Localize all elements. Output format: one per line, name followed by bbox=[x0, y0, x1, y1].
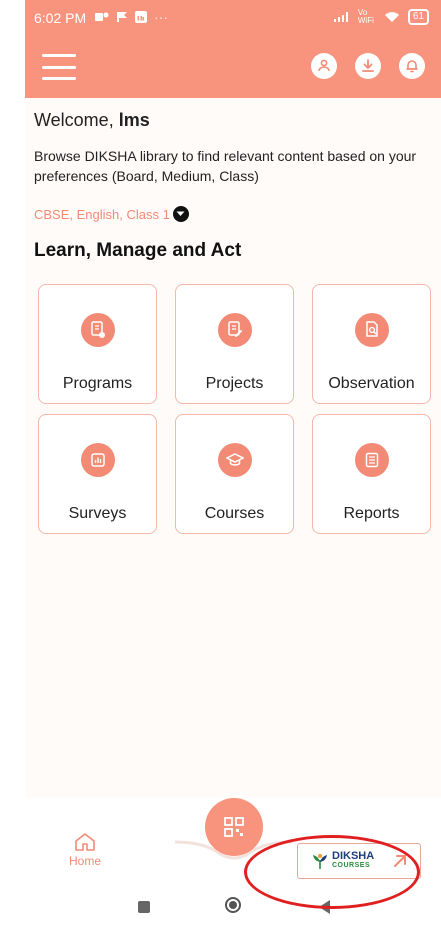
welcome-heading: Welcome, lms bbox=[34, 110, 150, 131]
welcome-user-name: lms bbox=[118, 110, 150, 130]
tile-projects[interactable]: Projects bbox=[175, 284, 294, 404]
preferences-text: CBSE, English, Class 1 bbox=[34, 206, 170, 222]
tile-label: Reports bbox=[343, 505, 400, 522]
status-time: 6:02 PM bbox=[34, 10, 87, 26]
qr-scan-button[interactable] bbox=[205, 798, 263, 856]
app-header: 6:02 PM ··· Vo WiFi 61 bbox=[25, 0, 441, 98]
tile-label: Observation bbox=[328, 375, 415, 392]
battery-indicator: 61 bbox=[407, 9, 429, 25]
tile-label: Projects bbox=[205, 375, 264, 392]
wifi-icon bbox=[384, 12, 399, 22]
projects-icon bbox=[218, 313, 252, 347]
home-icon bbox=[75, 833, 95, 851]
linkedin-icon bbox=[135, 11, 147, 23]
header-actions bbox=[311, 53, 425, 79]
nav-home[interactable]: Home bbox=[69, 832, 101, 868]
qr-scan-icon bbox=[224, 817, 244, 837]
tile-surveys[interactable]: Surveys bbox=[38, 414, 157, 534]
status-system-icons: Vo WiFi 61 bbox=[333, 8, 429, 25]
hamburger-icon[interactable] bbox=[42, 54, 76, 80]
status-more-dots: ··· bbox=[154, 9, 168, 25]
tile-observation[interactable]: Observation bbox=[312, 284, 431, 404]
notification-bell-icon[interactable] bbox=[399, 53, 425, 79]
vowifi-label: Vo WiFi bbox=[357, 8, 374, 25]
tile-label: Surveys bbox=[68, 505, 127, 522]
main-content: Welcome, lms Browse DIKSHA library to fi… bbox=[25, 98, 441, 798]
signal-icon bbox=[333, 12, 348, 22]
profile-icon[interactable] bbox=[311, 53, 337, 79]
preferences-selector[interactable]: CBSE, English, Class 1 bbox=[34, 206, 189, 222]
teams-icon bbox=[95, 12, 109, 21]
surveys-icon bbox=[81, 443, 115, 477]
tile-reports[interactable]: Reports bbox=[312, 414, 431, 534]
app-screen: 6:02 PM ··· Vo WiFi 61 Welcome, lms Brow… bbox=[25, 0, 441, 929]
tile-label: Programs bbox=[62, 375, 133, 392]
home-system-button[interactable] bbox=[225, 897, 241, 913]
observation-icon bbox=[355, 313, 389, 347]
tile-label: Courses bbox=[204, 505, 265, 522]
reports-icon bbox=[355, 443, 389, 477]
section-title: Learn, Manage and Act bbox=[34, 240, 242, 261]
welcome-prefix: Welcome, bbox=[34, 110, 119, 130]
tile-programs[interactable]: Programs bbox=[38, 284, 157, 404]
download-icon[interactable] bbox=[355, 53, 381, 79]
status-bar: 6:02 PM ··· Vo WiFi 61 bbox=[25, 0, 441, 38]
tile-courses[interactable]: Courses bbox=[175, 414, 294, 534]
browse-description: Browse DIKSHA library to find relevant c… bbox=[34, 148, 417, 184]
status-notification-icons: ··· bbox=[95, 9, 168, 25]
nav-home-label: Home bbox=[69, 854, 102, 868]
highlight-annotation bbox=[244, 835, 420, 909]
flag-icon bbox=[117, 12, 127, 22]
recent-apps-button[interactable] bbox=[138, 901, 150, 913]
courses-icon bbox=[218, 443, 252, 477]
chevron-down-icon[interactable] bbox=[172, 206, 189, 222]
programs-icon bbox=[81, 313, 115, 347]
